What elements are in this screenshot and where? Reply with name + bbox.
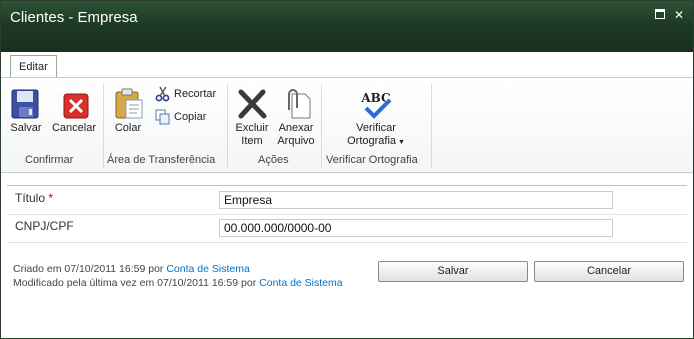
modified-by-link[interactable]: Conta de Sistema <box>259 277 342 289</box>
required-mark: * <box>48 191 54 205</box>
attach-label-1: Anexar <box>278 122 314 134</box>
cut-button[interactable]: Recortar <box>155 86 216 102</box>
attach-label-2: Arquivo <box>277 135 315 147</box>
spell-check-button[interactable]: ABC Verificar Ortografia ▼ <box>331 88 421 149</box>
created-by-link[interactable]: Conta de Sistema <box>166 263 249 275</box>
group-spelling-label: Verificar Ortografia <box>326 154 418 166</box>
copy-label: Copiar <box>174 111 207 123</box>
paste-button[interactable]: Colar <box>111 88 145 135</box>
chevron-down-icon: ▼ <box>396 139 405 146</box>
created-info: Criado em 07/10/2011 16:59 por Conta de … <box>13 263 250 275</box>
group-clipboard-label: Área de Transferência <box>107 154 216 166</box>
spell-label-2: Ortografia <box>347 135 397 147</box>
delete-item-button[interactable]: Excluir Item <box>233 88 271 148</box>
cancel-form-button[interactable]: Cancelar <box>534 261 684 282</box>
save-button[interactable]: Salvar <box>9 88 43 135</box>
cancel-ribbon-button[interactable]: Cancelar <box>51 88 97 135</box>
clipboard-icon <box>115 88 143 119</box>
field-row-cnpj: CNPJ/CPF 00.000.000/0000-00 <box>7 214 687 243</box>
ribbon-separator <box>321 84 322 168</box>
ribbon-separator <box>227 84 228 168</box>
cut-label: Recortar <box>174 88 217 100</box>
cancel-x-icon <box>63 93 89 119</box>
paste-label: Colar <box>114 122 142 134</box>
delete-x-icon <box>238 89 267 119</box>
title-input[interactable]: Empresa <box>219 191 613 209</box>
ribbon: Salvar Cancelar Colar Recortar Copiar Ex… <box>1 77 693 173</box>
scissors-icon <box>155 86 170 102</box>
title-label: Título * <box>15 191 54 205</box>
save-form-button[interactable]: Salvar <box>378 261 528 282</box>
modified-info: Modificado pela última vez em 07/10/2011… <box>13 277 343 289</box>
field-row-title: Título * Empresa <box>7 185 687 215</box>
ribbon-separator <box>431 84 432 168</box>
delete-label-1: Excluir <box>235 122 269 134</box>
spell-check-icon: ABC <box>360 91 392 119</box>
dialog-window: Clientes - Empresa ✕ Editar Salvar Cance… <box>0 0 694 339</box>
delete-label-2: Item <box>241 135 263 147</box>
group-actions-label: Ações <box>258 154 289 166</box>
cancel-label: Cancelar <box>51 122 97 134</box>
save-label: Salvar <box>10 122 42 134</box>
window-title: Clientes - Empresa <box>10 9 138 26</box>
paperclip-document-icon <box>288 89 311 119</box>
title-bar: Clientes - Empresa ✕ <box>1 1 693 52</box>
attach-file-button[interactable]: Anexar Arquivo <box>275 88 317 148</box>
maximize-icon[interactable] <box>653 8 667 22</box>
copy-icon <box>155 109 170 125</box>
cnpj-label: CNPJ/CPF <box>15 219 74 233</box>
tab-editar[interactable]: Editar <box>10 55 57 78</box>
close-icon[interactable]: ✕ <box>672 8 686 22</box>
ribbon-separator <box>103 84 104 168</box>
spell-label-1: Verificar <box>356 122 396 134</box>
group-confirm-label: Confirmar <box>25 154 74 166</box>
copy-button[interactable]: Copiar <box>155 109 206 125</box>
cnpj-input[interactable]: 00.000.000/0000-00 <box>219 219 613 237</box>
floppy-disk-icon <box>11 89 39 119</box>
